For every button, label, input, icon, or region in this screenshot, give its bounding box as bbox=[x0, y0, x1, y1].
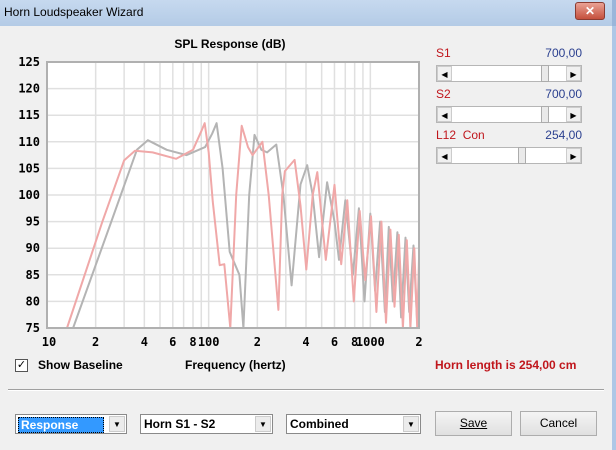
slider-value-s1: 700,00 bbox=[545, 46, 582, 60]
chevron-down-icon[interactable]: ▼ bbox=[403, 416, 419, 432]
y-tick-label: 75 bbox=[26, 321, 40, 335]
scroll-left-icon[interactable]: ◀ bbox=[437, 148, 452, 163]
y-tick-label: 115 bbox=[18, 108, 40, 122]
x-tick-label: 2 bbox=[415, 335, 422, 349]
slider-l12-con[interactable]: ◀ ▶ bbox=[436, 147, 582, 164]
x-tick-label: 2 bbox=[92, 335, 99, 349]
y-tick-label: 90 bbox=[26, 241, 40, 255]
slider-thumb[interactable] bbox=[541, 65, 550, 82]
scroll-left-icon[interactable]: ◀ bbox=[437, 107, 452, 122]
save-button[interactable]: Save bbox=[435, 411, 512, 436]
slider-value-s2: 700,00 bbox=[545, 87, 582, 101]
chevron-down-icon[interactable]: ▼ bbox=[255, 416, 271, 432]
slider-thumb[interactable] bbox=[517, 147, 526, 164]
x-tick-label: 4 bbox=[302, 335, 309, 349]
horn-length-status: Horn length is 254,00 cm bbox=[435, 358, 577, 372]
separator bbox=[8, 389, 604, 391]
slider-label-s1: S1 bbox=[436, 46, 451, 60]
x-tick-label: 100 bbox=[198, 335, 220, 349]
scroll-right-icon[interactable]: ▶ bbox=[566, 148, 581, 163]
x-tick-label: 1000 bbox=[356, 335, 385, 349]
x-tick-label: 8 bbox=[189, 335, 196, 349]
x-tick-label: 6 bbox=[331, 335, 338, 349]
slider-s1[interactable]: ◀ ▶ bbox=[436, 65, 582, 82]
horn-select-value: Horn S1 - S2 bbox=[144, 417, 216, 431]
cancel-button[interactable]: Cancel bbox=[520, 411, 597, 436]
y-tick-label: 120 bbox=[18, 82, 40, 96]
x-axis-label: Frequency (hertz) bbox=[185, 358, 286, 372]
slider-value-l12: 254,00 bbox=[545, 128, 582, 142]
window-border bbox=[612, 26, 616, 450]
close-button[interactable]: ✕ bbox=[575, 2, 605, 20]
slider-label-s2: S2 bbox=[436, 87, 451, 101]
checkmark-icon: ✓ bbox=[16, 359, 27, 371]
spl-response-chart: 758085909510010511011512012510 2 4 6 8 100 2 4 6… bbox=[18, 55, 422, 349]
view-select-value: Response bbox=[18, 417, 104, 433]
slider-s2[interactable]: ◀ ▶ bbox=[436, 106, 582, 123]
slider-label-l12: L12 Con bbox=[436, 128, 485, 142]
y-tick-label: 100 bbox=[18, 188, 40, 202]
x-tick-label: 10 bbox=[42, 335, 56, 349]
x-tick-label: 2 bbox=[254, 335, 261, 349]
show-baseline-label[interactable]: Show Baseline bbox=[38, 358, 123, 372]
chart-title: SPL Response (dB) bbox=[174, 37, 286, 51]
y-tick-label: 105 bbox=[18, 161, 40, 175]
mode-select-value: Combined bbox=[290, 417, 349, 431]
y-tick-label: 80 bbox=[26, 294, 40, 308]
horn-select[interactable]: Horn S1 - S2 ▼ bbox=[140, 414, 273, 434]
show-baseline-checkbox[interactable]: ✓ bbox=[15, 359, 28, 372]
y-tick-label: 110 bbox=[18, 135, 40, 149]
scroll-right-icon[interactable]: ▶ bbox=[566, 66, 581, 81]
chevron-down-icon[interactable]: ▼ bbox=[109, 416, 125, 432]
save-label: Save bbox=[459, 416, 488, 430]
y-tick-label: 95 bbox=[26, 215, 40, 229]
y-tick-label: 85 bbox=[26, 268, 40, 282]
x-tick-label: 4 bbox=[141, 335, 148, 349]
x-tick-label: 6 bbox=[169, 335, 176, 349]
view-select[interactable]: Response ▼ bbox=[15, 414, 127, 434]
mode-select[interactable]: Combined ▼ bbox=[286, 414, 421, 434]
title-bar: Horn Loudspeaker Wizard ✕ bbox=[0, 0, 616, 26]
slider-thumb[interactable] bbox=[541, 106, 550, 123]
window-title: Horn Loudspeaker Wizard bbox=[4, 5, 144, 19]
scroll-right-icon[interactable]: ▶ bbox=[566, 107, 581, 122]
scroll-left-icon[interactable]: ◀ bbox=[437, 66, 452, 81]
y-tick-label: 125 bbox=[18, 55, 40, 69]
